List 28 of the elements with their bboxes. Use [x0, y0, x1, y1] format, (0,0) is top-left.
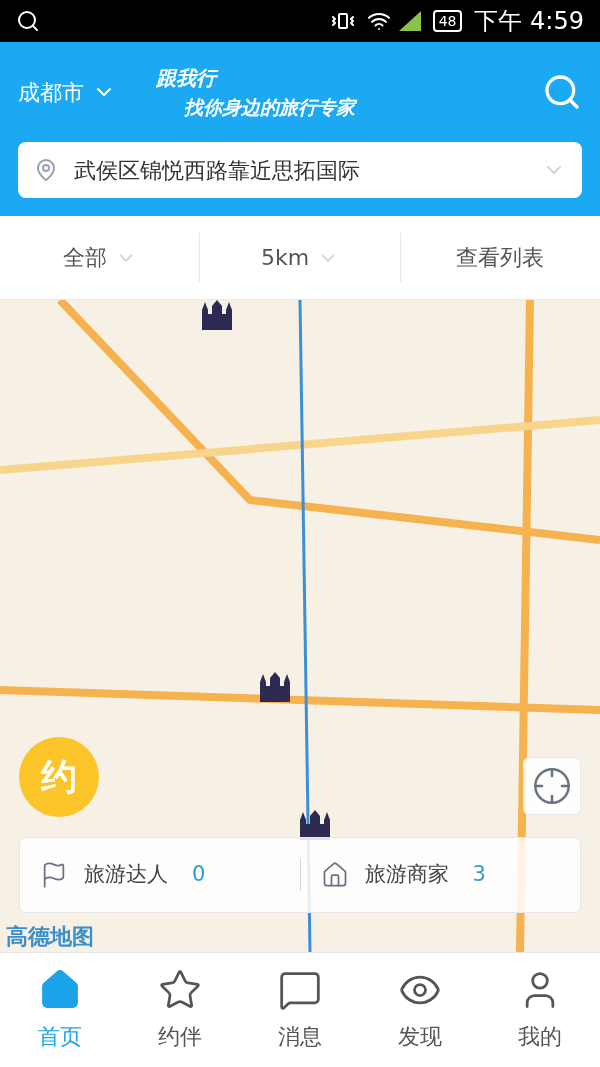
tab-item[interactable]: 发现 [360, 953, 480, 1067]
filter-dropdown[interactable]: 全部 [62, 233, 137, 282]
list-view-link[interactable]: 查看列表 [456, 233, 545, 282]
app-slogan: 找你身边的旅行专家 [184, 94, 355, 120]
tab-item[interactable]: 消息 [240, 953, 360, 1067]
legend-label: 旅游达人 [84, 861, 168, 889]
clock-time: 下午 4:59 [474, 6, 584, 37]
location-text: 武侯区锦悦西路靠近思拓国际 [74, 156, 361, 185]
search-button[interactable] [542, 72, 582, 112]
search-icon [16, 9, 40, 33]
signal-icon [398, 11, 421, 31]
castle-marker-icon[interactable] [258, 672, 292, 702]
tab-item[interactable]: 约伴 [120, 953, 240, 1067]
battery-indicator: 48 [432, 10, 463, 32]
search-icon [542, 72, 582, 112]
filter-dropdown[interactable]: 5km [260, 233, 340, 282]
crosshair-icon [532, 766, 572, 806]
location-field[interactable]: 武侯区锦悦西路靠近思拓国际 [18, 142, 582, 198]
map-logo: 高德地图 [6, 923, 94, 951]
locate-button[interactable] [523, 757, 581, 815]
pin-icon [34, 158, 58, 182]
castle-marker-icon[interactable] [200, 300, 234, 330]
legend-count: 3 [472, 861, 486, 889]
app-title: 跟我行 [156, 62, 355, 93]
map-placeholder[interactable]: 约 旅游达人 0 旅游商家 3 高德地图 [0, 300, 600, 952]
legend-count: 0 [192, 861, 206, 889]
tab-item[interactable]: 我的 [480, 953, 600, 1067]
legend-label: 旅游商家 [364, 861, 449, 889]
